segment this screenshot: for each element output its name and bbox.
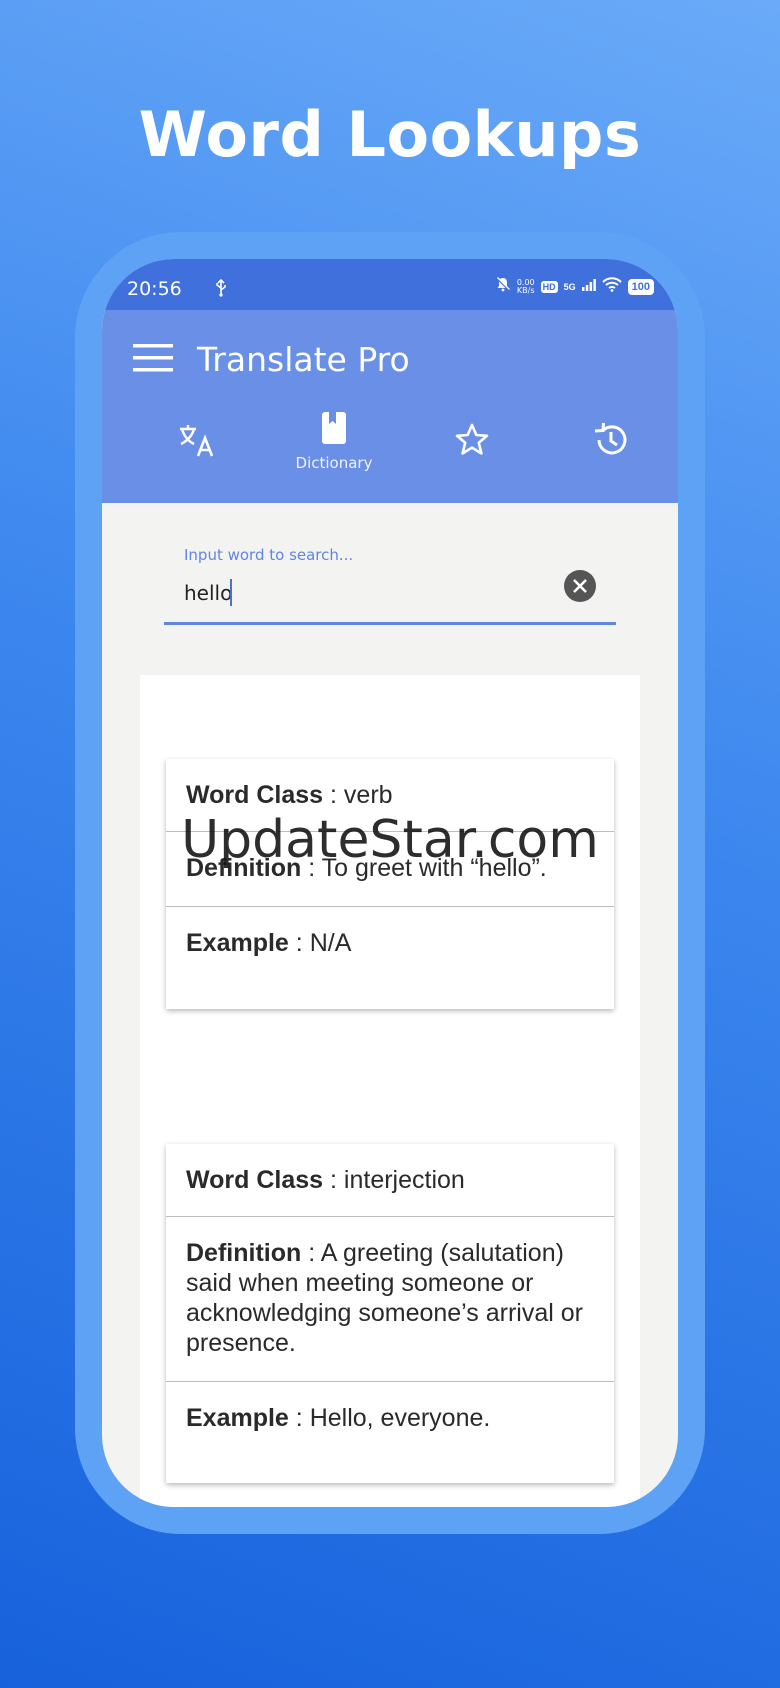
text-caret (230, 579, 232, 606)
signal-icon (581, 278, 596, 296)
app-bar: Translate Pro Dictionary (102, 310, 678, 503)
net-speed: 0.00 KB/s (516, 278, 535, 295)
tab-favorites[interactable] (412, 408, 532, 503)
battery-indicator: 100 (627, 278, 654, 295)
word-class-row: Word Class : verb (166, 759, 614, 832)
word-class-key: Word Class (186, 781, 324, 809)
example-value: Hello, everyone. (309, 1404, 491, 1432)
definition-key: Definition (186, 854, 302, 882)
results-panel: Word Class : verb Definition : To greet … (140, 675, 640, 1507)
search-field[interactable]: Input word to search... (164, 546, 616, 625)
status-bar: 20:56 0.00 KB/s HD 5G 100 (102, 259, 678, 310)
phone-screen: 20:56 0.00 KB/s HD 5G 100 Translate Pro … (102, 259, 678, 1507)
example-value: N/A (309, 929, 352, 957)
network-type: 5G (563, 281, 576, 292)
net-speed-unit: KB/s (516, 285, 535, 295)
menu-icon[interactable] (133, 344, 173, 377)
tab-bar: Dictionary (102, 408, 678, 503)
close-icon (573, 579, 587, 593)
example-row: Example : N/A (186, 929, 352, 957)
status-icons: 0.00 KB/s HD 5G 100 (495, 276, 654, 297)
example-key: Example (186, 1404, 289, 1432)
tab-translate[interactable] (136, 408, 256, 503)
word-class-value: interjection (343, 1166, 465, 1194)
example-key: Example (186, 929, 289, 957)
entry-card: Word Class : interjection Definition : A… (166, 1144, 614, 1483)
example-row: Example : Hello, everyone. (186, 1404, 491, 1432)
definition-row: Definition : To greet with “hello”. (166, 832, 614, 907)
definition-key: Definition (186, 1239, 302, 1267)
clear-search-button[interactable] (564, 570, 596, 602)
tab-history[interactable] (550, 408, 670, 503)
word-class-value: verb (343, 781, 393, 809)
wifi-icon (601, 276, 622, 297)
usb-icon (214, 278, 228, 302)
entry-card: Word Class : verb Definition : To greet … (166, 759, 614, 1009)
status-time: 20:56 (127, 278, 182, 300)
definition-row: Definition : A greeting (salutation) sai… (166, 1217, 614, 1382)
app-title: Translate Pro (197, 340, 410, 379)
word-class-key: Word Class (186, 1166, 324, 1194)
book-icon (322, 412, 346, 444)
tab-dictionary[interactable]: Dictionary (274, 408, 394, 503)
search-label: Input word to search... (184, 546, 354, 564)
search-input[interactable] (184, 578, 544, 608)
mute-bell-icon (495, 276, 511, 297)
hd-badge: HD (540, 280, 558, 293)
definition-value: To greet with “hello”. (321, 854, 547, 882)
tab-dictionary-label: Dictionary (295, 454, 373, 472)
word-class-row: Word Class : interjection (166, 1144, 614, 1217)
promo-headline: Word Lookups (138, 98, 642, 171)
